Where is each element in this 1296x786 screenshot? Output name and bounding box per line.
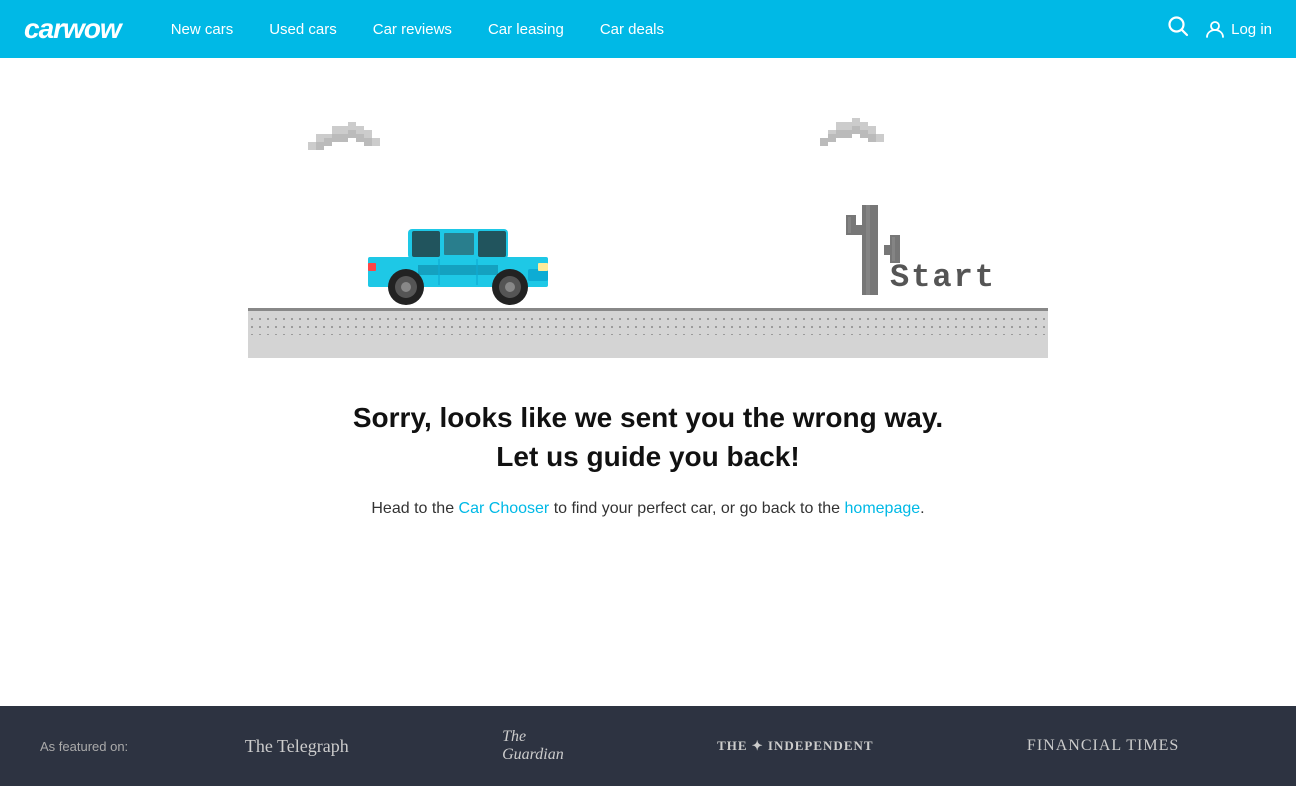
login-button[interactable]: Log in xyxy=(1205,19,1272,39)
nav-link-used-cars[interactable]: Used cars xyxy=(251,0,355,58)
subtext-end: . xyxy=(920,500,924,517)
footer-logo-ft: FINANCIAL TIMES xyxy=(1027,737,1179,755)
search-icon[interactable] xyxy=(1167,15,1189,43)
subtext-before: Head to the xyxy=(371,500,458,517)
nav-link-car-reviews[interactable]: Car reviews xyxy=(355,0,470,58)
footer-logos: The Telegraph TheGuardian THE ✦ INDEPEND… xyxy=(168,728,1256,764)
navbar: carwow New cars Used cars Car reviews Ca… xyxy=(0,0,1296,58)
nav-link-car-leasing[interactable]: Car leasing xyxy=(470,0,582,58)
ground-texture xyxy=(248,315,1048,335)
error-heading-line2: Let us guide you back! xyxy=(496,441,799,472)
footer-logo-independent: THE ✦ INDEPENDENT xyxy=(717,738,873,754)
start-text: Start xyxy=(890,259,996,296)
footer-logo-guardian: TheGuardian xyxy=(502,728,564,764)
navbar-actions: Log in xyxy=(1167,15,1272,43)
footer-featured-label: As featured on: xyxy=(40,739,128,754)
footer-logo-telegraph: The Telegraph xyxy=(245,736,349,757)
error-heading-line1: Sorry, looks like we sent you the wrong … xyxy=(353,402,943,433)
error-subtext: Head to the Car Chooser to find your per… xyxy=(371,500,924,518)
homepage-link[interactable]: homepage xyxy=(845,500,921,517)
login-label: Log in xyxy=(1231,21,1272,38)
car-chooser-link[interactable]: Car Chooser xyxy=(459,500,550,517)
ground xyxy=(248,308,1048,358)
nav-links: New cars Used cars Car reviews Car leasi… xyxy=(153,0,1167,58)
cloud-left xyxy=(308,118,398,163)
pixel-car xyxy=(358,207,558,312)
footer: As featured on: The Telegraph TheGuardia… xyxy=(0,706,1296,786)
error-heading: Sorry, looks like we sent you the wrong … xyxy=(353,398,943,476)
subtext-middle: to find your perfect car, or go back to … xyxy=(549,500,844,517)
nav-link-new-cars[interactable]: New cars xyxy=(153,0,252,58)
main-content: Start Sorry, looks like we sent you the … xyxy=(0,58,1296,706)
logo[interactable]: carwow xyxy=(24,13,121,45)
cloud-cactus xyxy=(820,118,890,158)
nav-link-car-deals[interactable]: Car deals xyxy=(582,0,682,58)
logo-text: carwow xyxy=(24,13,121,44)
game-scene: Start xyxy=(248,98,1048,358)
